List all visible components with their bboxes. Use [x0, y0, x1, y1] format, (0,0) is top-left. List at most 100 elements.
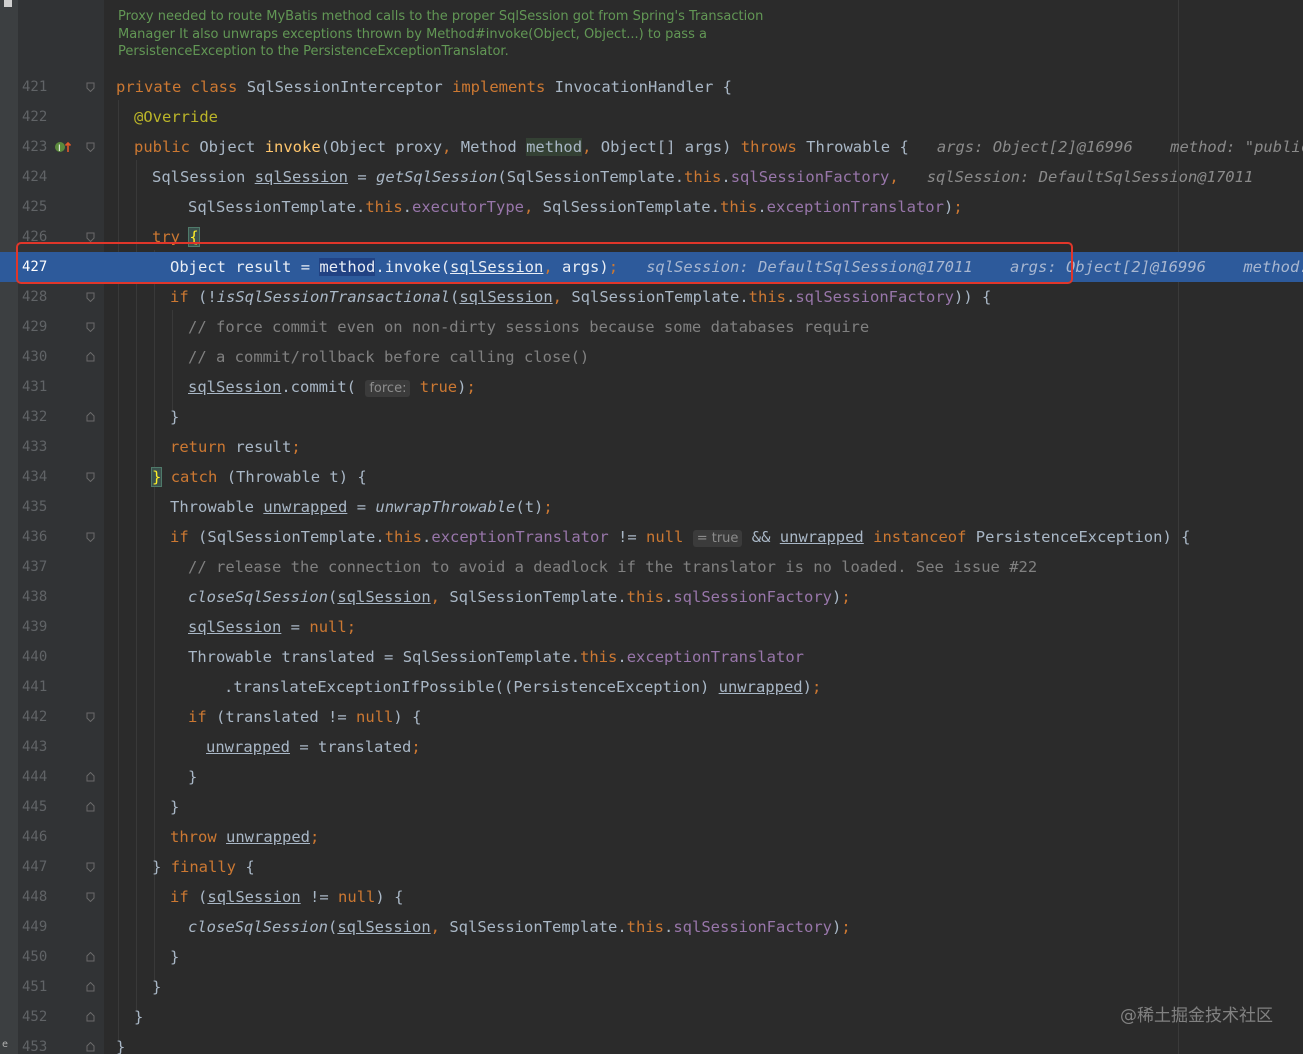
fold-marker-icon[interactable] [86, 472, 95, 482]
code-line[interactable]: 422 @Override [0, 102, 1303, 132]
code-line[interactable]: 433 return result; [0, 432, 1303, 462]
token: ; [811, 678, 822, 696]
line-number[interactable]: 440 [22, 642, 62, 672]
code-line[interactable]: 441 .translateExceptionIfPossible((Persi… [0, 672, 1303, 702]
fold-marker-icon[interactable] [86, 1042, 95, 1052]
line-number[interactable]: 445 [22, 792, 62, 822]
token: , [889, 168, 899, 186]
line-number[interactable]: 424 [22, 162, 62, 192]
fold-marker-icon[interactable] [86, 862, 95, 872]
fold-marker-icon[interactable] [86, 982, 95, 992]
code-line[interactable]: 423 I public Object invoke(Object proxy,… [0, 132, 1303, 162]
fold-marker-icon[interactable] [86, 232, 95, 242]
code-line[interactable]: 443 unwrapped = translated; [0, 732, 1303, 762]
line-number[interactable]: 452 [22, 1002, 62, 1032]
code-line[interactable]: 452 } [0, 1002, 1303, 1032]
line-number[interactable]: 437 [22, 552, 62, 582]
line-number[interactable]: 432 [22, 402, 62, 432]
token: Throwable [806, 138, 891, 156]
line-number[interactable]: 444 [22, 762, 62, 792]
comment: // force commit even on non-dirty sessio… [188, 318, 870, 336]
fold-marker-icon[interactable] [86, 532, 95, 542]
code-line[interactable]: 448 if (sqlSession != null) { [0, 882, 1303, 912]
override-implementation-icon[interactable]: I [54, 139, 72, 155]
line-number[interactable]: 441 [22, 672, 62, 702]
line-number[interactable]: 448 [22, 882, 62, 912]
code-line[interactable]: 444 } [0, 762, 1303, 792]
fold-marker-icon[interactable] [86, 412, 95, 422]
code-line[interactable]: 434 } catch (Throwable t) { [0, 462, 1303, 492]
line-number[interactable]: 446 [22, 822, 62, 852]
code-line[interactable]: 451 } [0, 972, 1303, 1002]
code-line[interactable]: 450 } [0, 942, 1303, 972]
line-number[interactable]: 433 [22, 432, 62, 462]
fold-marker-icon[interactable] [86, 142, 95, 152]
code-line[interactable]: 449 closeSqlSession(sqlSession, SqlSessi… [0, 912, 1303, 942]
line-number[interactable]: 443 [22, 732, 62, 762]
token: ) [802, 678, 812, 696]
line-number[interactable]: 438 [22, 582, 62, 612]
line-number[interactable]: 421 [22, 72, 62, 102]
line-number[interactable]: 451 [22, 972, 62, 1002]
code-line[interactable]: 429 // force commit even on non-dirty se… [0, 312, 1303, 342]
fold-marker-icon[interactable] [86, 322, 95, 332]
token: { [899, 138, 909, 156]
token: Object [330, 138, 387, 156]
fold-marker-icon[interactable] [86, 712, 95, 722]
code-line[interactable]: 425 SqlSessionTemplate.this.executorType… [0, 192, 1303, 222]
comment: // a commit/rollback before calling clos… [188, 348, 590, 366]
line-number[interactable]: 439 [22, 612, 62, 642]
line-number[interactable]: 449 [22, 912, 62, 942]
line-number[interactable]: 450 [22, 942, 62, 972]
code-line[interactable]: 440 Throwable translated = SqlSessionTem… [0, 642, 1303, 672]
line-number[interactable]: 428 [22, 282, 62, 312]
code-line[interactable]: 447 } finally { [0, 852, 1303, 882]
token: getSqlSession [376, 168, 498, 186]
line-number[interactable]: 447 [22, 852, 62, 882]
token: ; [346, 618, 357, 636]
fold-marker-icon[interactable] [86, 352, 95, 362]
code-line[interactable]: 421 private class SqlSessionInterceptor … [0, 72, 1303, 102]
code-line[interactable]: 442 if (translated != null) { [0, 702, 1303, 732]
debug-inline-value: method: "public abst [1170, 138, 1303, 156]
line-number[interactable]: 430 [22, 342, 62, 372]
token: this [580, 648, 618, 666]
code-line[interactable]: 428 if (!isSqlSessionTransactional(sqlSe… [0, 282, 1303, 312]
fold-marker-icon[interactable] [86, 892, 95, 902]
line-number[interactable]: 435 [22, 492, 62, 522]
code-line[interactable]: 446 throw unwrapped; [0, 822, 1303, 852]
fold-marker-icon[interactable] [86, 952, 95, 962]
line-number[interactable]: 431 [22, 372, 62, 402]
line-number[interactable]: 429 [22, 312, 62, 342]
token: ( [327, 588, 338, 606]
token: && [751, 528, 771, 546]
code-line[interactable]: 424 SqlSession sqlSession = getSqlSessio… [0, 162, 1303, 192]
line-number[interactable]: 442 [22, 702, 62, 732]
token: this [720, 198, 758, 216]
line-number[interactable]: 436 [22, 522, 62, 552]
token: . [355, 198, 366, 216]
code-line[interactable]: 430 // a commit/rollback before calling … [0, 342, 1303, 372]
fold-marker-icon[interactable] [86, 772, 95, 782]
token: SqlSessionTemplate [542, 198, 711, 216]
line-number[interactable]: 453 [22, 1032, 62, 1054]
code-line[interactable]: 435 Throwable unwrapped = unwrapThrowabl… [0, 492, 1303, 522]
token: ; [841, 588, 851, 606]
code-line[interactable]: 445 } [0, 792, 1303, 822]
line-number[interactable]: 425 [22, 192, 62, 222]
line-number[interactable]: 434 [22, 462, 62, 492]
code-line[interactable]: 432 } [0, 402, 1303, 432]
code-line[interactable]: 438 closeSqlSession(sqlSession, SqlSessi… [0, 582, 1303, 612]
fold-marker-icon[interactable] [86, 82, 95, 92]
fold-marker-icon[interactable] [86, 1012, 95, 1022]
line-number[interactable]: 422 [22, 102, 62, 132]
fold-marker-icon[interactable] [86, 802, 95, 812]
code-line[interactable]: 439 sqlSession = null; [0, 612, 1303, 642]
fold-marker-icon[interactable] [86, 292, 95, 302]
code-line[interactable]: 436 if (SqlSessionTemplate.this.exceptio… [0, 522, 1303, 552]
code-line[interactable]: 437 // release the connection to avoid a… [0, 552, 1303, 582]
code-line[interactable]: 453 } [0, 1032, 1303, 1054]
code-line[interactable]: 431 sqlSession.commit( force: true); [0, 372, 1303, 402]
token: sqlSessionFactory [673, 918, 832, 936]
token: . [664, 588, 674, 606]
